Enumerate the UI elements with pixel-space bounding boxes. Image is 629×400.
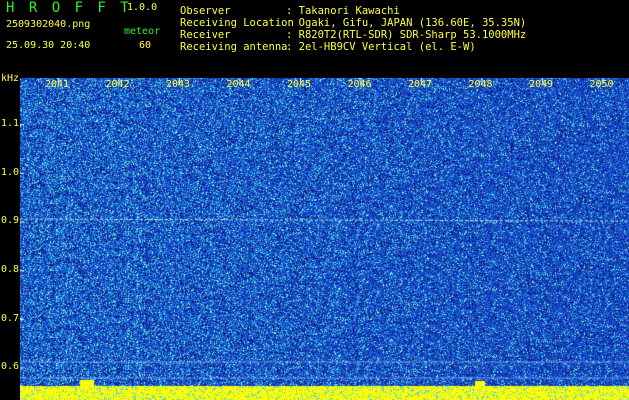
spectrogram-canvas xyxy=(20,78,629,400)
observer-key: Observer xyxy=(180,5,231,17)
location-key: Receiving Location xyxy=(180,17,294,29)
observer-value: : Takanori Kawachi xyxy=(286,5,400,17)
datetime-label: 25.09.30 20:40 xyxy=(6,40,91,51)
time-tick-label: 2041 xyxy=(45,79,70,90)
time-tick-label: 2048 xyxy=(468,79,493,90)
filename-label: 2509302040.png xyxy=(6,19,91,30)
time-tick-label: 2044 xyxy=(226,79,251,90)
time-tick-label: 2046 xyxy=(347,79,372,90)
antenna-key: Receiving antenna xyxy=(180,41,288,53)
unit-label: kHz xyxy=(1,73,20,84)
spectrogram-plot: 2041 2042 2043 2044 2045 2046 2047 2048 2049 2050 xyxy=(20,78,629,400)
y-tick-label: 1.0 xyxy=(1,166,20,178)
location-value: : Ogaki, Gifu, JAPAN (136.60E, 35.35N) xyxy=(286,17,527,29)
receiver-key: Receiver xyxy=(180,29,231,41)
receiver-value: : R820T2(RTL-SDR) SDR-Sharp 53.1000MHz xyxy=(286,29,527,41)
time-tick-label: 2043 xyxy=(166,79,191,90)
y-tick-label: 0.6 xyxy=(1,361,20,373)
y-tick-label: 0.7 xyxy=(1,312,20,324)
mode-label: meteor xyxy=(124,26,161,37)
y-tick-label: 0.8 xyxy=(1,264,20,276)
time-tick-label: 2045 xyxy=(287,79,312,90)
app-version: 1.0.0 xyxy=(127,2,158,13)
header-panel: H R O F F T 1.0.0 2509302040.png meteor … xyxy=(0,0,629,76)
y-tick-label: 0.9 xyxy=(1,215,20,227)
app-logo: H R O F F T xyxy=(6,0,132,16)
antenna-value: : 2el-HB9CV Vertical (el. E-W) xyxy=(286,41,476,53)
mode-value: 60 xyxy=(139,40,152,51)
time-tick-label: 2050 xyxy=(589,79,614,90)
y-tick-label: 1.1 xyxy=(1,118,20,130)
time-tick-label: 2042 xyxy=(105,79,130,90)
time-tick-label: 2047 xyxy=(408,79,433,90)
time-tick-label: 2049 xyxy=(529,79,554,90)
